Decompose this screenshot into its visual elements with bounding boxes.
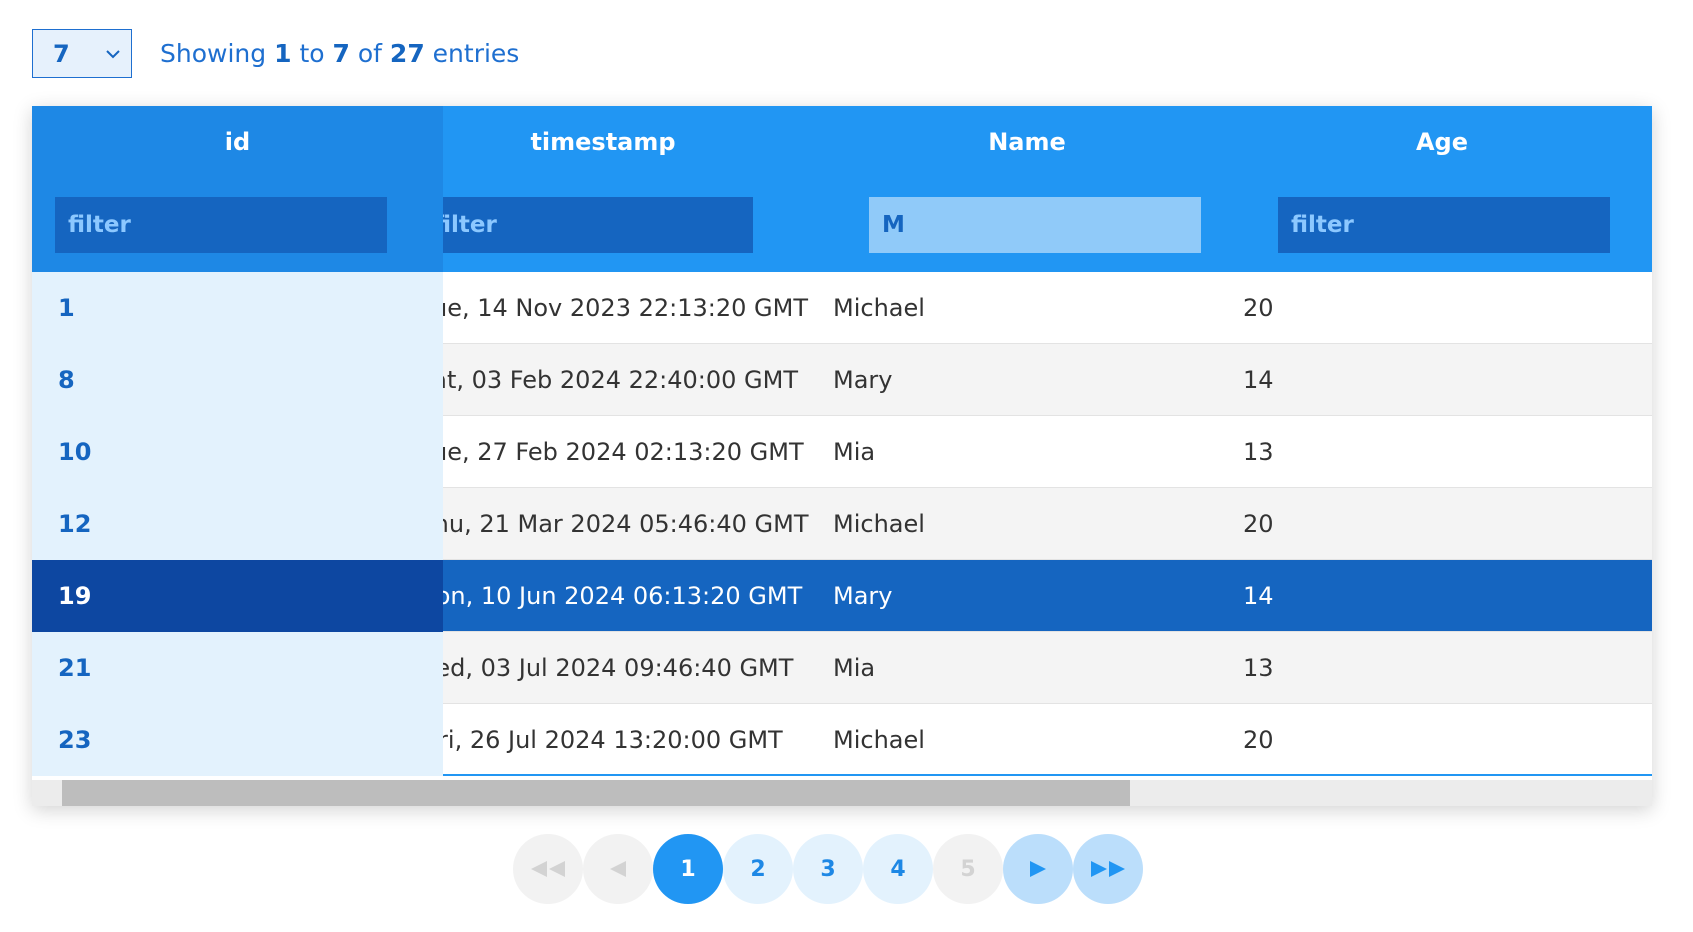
cell-age: 20 bbox=[1243, 294, 1274, 322]
table-row[interactable]: 12 Thu, 21 Mar 2024 05:46:40 GMT Michael… bbox=[32, 488, 1652, 560]
cell-age: 20 bbox=[1243, 726, 1274, 754]
table-row[interactable]: 10 Tue, 27 Feb 2024 02:13:20 GMT Mia 13 bbox=[32, 416, 1652, 488]
showing-total: 27 bbox=[389, 39, 425, 68]
right-icon bbox=[1029, 860, 1047, 878]
chevron-down-icon bbox=[105, 49, 121, 59]
page-button-2[interactable]: 2 bbox=[723, 834, 793, 904]
last-page-button[interactable] bbox=[1073, 834, 1143, 904]
cell-name: Mia bbox=[833, 654, 876, 682]
pagination: 1 2 3 4 5 bbox=[513, 834, 1143, 904]
cell-timestamp-text: Wed, 03 Jul 2024 09:46:40 GMT bbox=[443, 654, 794, 682]
cell-id: 12 bbox=[32, 488, 443, 560]
column-label-name[interactable]: Name bbox=[822, 128, 1232, 156]
column-label-timestamp[interactable]: timestamp bbox=[443, 128, 823, 156]
cell-timestamp-text: Fri, 26 Jul 2024 13:20:00 GMT bbox=[443, 726, 783, 754]
cell-timestamp: Tue, 27 Feb 2024 02:13:20 GMT bbox=[443, 416, 823, 488]
cell-timestamp-text: Thu, 21 Mar 2024 05:46:40 GMT bbox=[443, 510, 809, 538]
cell-id: 1 bbox=[32, 272, 443, 344]
page-size-select[interactable]: 7 bbox=[32, 29, 132, 78]
cell-age: 14 bbox=[1243, 366, 1274, 394]
column-label-id[interactable]: id bbox=[32, 128, 443, 156]
cell-timestamp-text: Tue, 27 Feb 2024 02:13:20 GMT bbox=[443, 438, 804, 466]
table-body: 1 Tue, 14 Nov 2023 22:13:20 GMT Michael … bbox=[32, 272, 1652, 776]
cell-age: 20 bbox=[1243, 510, 1274, 538]
cell-timestamp: Tue, 14 Nov 2023 22:13:20 GMT bbox=[443, 272, 823, 344]
first-page-button[interactable] bbox=[513, 834, 583, 904]
cell-name: Mary bbox=[833, 366, 893, 394]
column-header-timestamp: timestamp bbox=[443, 106, 823, 272]
table-row[interactable]: 21 Wed, 03 Jul 2024 09:46:40 GMT Mia 13 bbox=[32, 632, 1652, 704]
table-row[interactable]: 1 Tue, 14 Nov 2023 22:13:20 GMT Michael … bbox=[32, 272, 1652, 344]
cell-id: 8 bbox=[32, 344, 443, 416]
page-button-3[interactable]: 3 bbox=[793, 834, 863, 904]
filter-input-name[interactable] bbox=[869, 197, 1201, 253]
left-icon bbox=[609, 860, 627, 878]
table-row-selected[interactable]: 19 Mon, 10 Jun 2024 06:13:20 GMT Mary 14 bbox=[32, 560, 1652, 632]
page-button-1[interactable]: 1 bbox=[653, 834, 723, 904]
table-header: id timestamp Name Age bbox=[32, 106, 1652, 272]
showing-of-word: of bbox=[357, 39, 382, 68]
scrollbar-thumb[interactable] bbox=[62, 780, 1130, 806]
showing-entries-text: Showing 1 to 7 of 27 entries bbox=[160, 39, 519, 68]
data-table: id timestamp Name Age 1 Tue, 14 Nov 2023… bbox=[32, 106, 1652, 806]
cell-id: 19 bbox=[32, 560, 443, 632]
cell-id: 21 bbox=[32, 632, 443, 704]
cell-name: Michael bbox=[833, 510, 925, 538]
showing-suffix: entries bbox=[432, 39, 520, 68]
cell-name: Mary bbox=[833, 582, 893, 610]
cell-age: 13 bbox=[1243, 438, 1274, 466]
prev-page-button[interactable] bbox=[583, 834, 653, 904]
page-button-5[interactable]: 5 bbox=[933, 834, 1003, 904]
page-size-value: 7 bbox=[53, 39, 70, 68]
column-header-name: Name bbox=[822, 106, 1232, 272]
cell-timestamp: Thu, 21 Mar 2024 05:46:40 GMT bbox=[443, 488, 823, 560]
page-button-4[interactable]: 4 bbox=[863, 834, 933, 904]
cell-name: Mia bbox=[833, 438, 876, 466]
cell-timestamp: Mon, 10 Jun 2024 06:13:20 GMT bbox=[443, 560, 823, 632]
column-header-id: id bbox=[32, 106, 443, 272]
cell-name: Michael bbox=[833, 726, 925, 754]
cell-id: 23 bbox=[32, 704, 443, 776]
cell-age: 14 bbox=[1243, 582, 1274, 610]
cell-timestamp-text: Mon, 10 Jun 2024 06:13:20 GMT bbox=[443, 582, 803, 610]
cell-timestamp: Fri, 26 Jul 2024 13:20:00 GMT bbox=[443, 704, 823, 776]
next-page-button[interactable] bbox=[1003, 834, 1073, 904]
filter-input-timestamp[interactable] bbox=[443, 197, 753, 253]
cell-timestamp: Wed, 03 Jul 2024 09:46:40 GMT bbox=[443, 632, 823, 704]
double-left-icon bbox=[529, 860, 567, 878]
table-row[interactable]: 8 Sat, 03 Feb 2024 22:40:00 GMT Mary 14 bbox=[32, 344, 1652, 416]
double-right-icon bbox=[1089, 860, 1127, 878]
cell-id: 10 bbox=[32, 416, 443, 488]
showing-to-word: to bbox=[299, 39, 325, 68]
cell-age: 13 bbox=[1243, 654, 1274, 682]
table-controls: 7 Showing 1 to 7 of 27 entries bbox=[32, 29, 519, 78]
showing-prefix: Showing bbox=[160, 39, 267, 68]
column-label-age[interactable]: Age bbox=[1232, 128, 1652, 156]
filter-input-id[interactable] bbox=[55, 197, 387, 253]
filter-input-age[interactable] bbox=[1278, 197, 1610, 253]
table-row[interactable]: 23 Fri, 26 Jul 2024 13:20:00 GMT Michael… bbox=[32, 704, 1652, 776]
cell-timestamp-text: Sat, 03 Feb 2024 22:40:00 GMT bbox=[443, 366, 798, 394]
showing-from: 1 bbox=[274, 39, 292, 68]
cell-name: Michael bbox=[833, 294, 925, 322]
showing-to: 7 bbox=[332, 39, 350, 68]
cell-timestamp: Sat, 03 Feb 2024 22:40:00 GMT bbox=[443, 344, 823, 416]
cell-timestamp-text: Tue, 14 Nov 2023 22:13:20 GMT bbox=[443, 294, 808, 322]
horizontal-scrollbar[interactable] bbox=[32, 780, 1652, 806]
column-header-age: Age bbox=[1232, 106, 1652, 272]
